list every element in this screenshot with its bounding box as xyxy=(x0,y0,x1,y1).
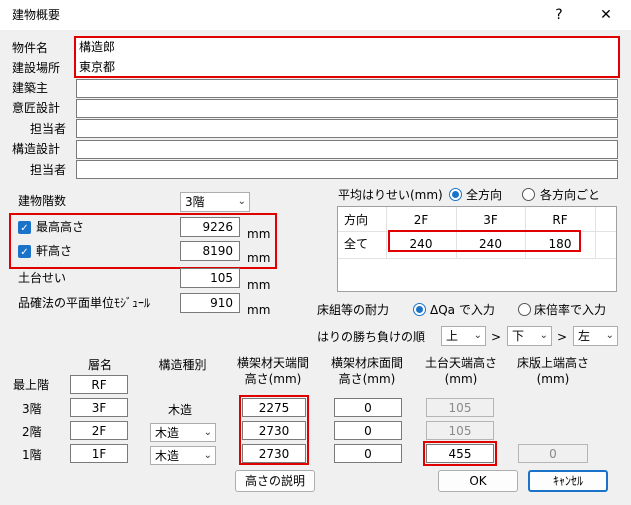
chevron-down-icon: ⌄ xyxy=(203,450,212,461)
grid-header-3f: 3F xyxy=(483,213,498,227)
design-input[interactable] xyxy=(76,99,618,118)
row-label-3f: 3階 xyxy=(22,402,42,416)
property-name-label: 物件名 xyxy=(12,41,49,55)
design-person-input[interactable] xyxy=(76,119,618,138)
beam-depth-all-label: 全方向 xyxy=(466,188,503,202)
close-button[interactable]: ✕ xyxy=(588,4,624,26)
highlight-box xyxy=(423,441,497,466)
floor-strength-qa-label: ΔQa で入力 xyxy=(430,303,495,317)
highlight-box xyxy=(239,395,309,465)
beam-depth-label: 平均はりせい(mm) xyxy=(338,188,443,202)
floors-label: 建物階数 xyxy=(18,194,67,208)
structure-text-3f: 木造 xyxy=(168,403,193,417)
structural-person-input[interactable] xyxy=(76,160,618,179)
max-height-unit: mm xyxy=(247,227,271,241)
structure-select-2f[interactable]: 木造 ⌄ xyxy=(150,423,216,442)
col-header-slab: 床版上端高さ (mm) xyxy=(516,356,589,386)
design-person-label: 担当者 xyxy=(30,122,67,136)
height-explanation-button[interactable]: 高さの説明 xyxy=(235,470,315,492)
eave-height-input[interactable]: 8190 xyxy=(180,241,240,261)
col-header-structure: 構造種別 xyxy=(158,358,207,372)
max-height-label: 最高高さ xyxy=(36,220,85,234)
client-label: 建築主 xyxy=(12,81,49,95)
grid-row-label: 全て xyxy=(344,237,369,251)
module-input[interactable]: 910 xyxy=(180,293,240,313)
beam-depth-all-radio[interactable] xyxy=(449,188,462,201)
floor-strength-ratio-radio[interactable] xyxy=(518,303,531,316)
structural-label: 構造設計 xyxy=(12,142,61,156)
eave-height-checkbox[interactable]: ✓ xyxy=(18,245,31,258)
row-label-1f: 1階 xyxy=(22,448,42,462)
sill-height-input-3f: 105 xyxy=(426,398,494,417)
floor-height-input-1f[interactable]: 0 xyxy=(334,444,402,463)
floor-strength-label: 床組等の耐力 xyxy=(317,303,390,317)
col-header-name: 層名 xyxy=(87,358,112,372)
grid-header-rf: RF xyxy=(552,213,568,227)
col-header-top: 横架材天端間 高さ(mm) xyxy=(236,356,309,386)
beam-order-second-select[interactable]: 下 ⌄ xyxy=(507,326,552,346)
building-overview-dialog: 建物概要 ? ✕ 物件名 建設場所 建築主 意匠設計 担当者 構造設計 担当者 … xyxy=(0,0,631,505)
client-input[interactable] xyxy=(76,79,618,98)
cancel-button[interactable]: ｷｬﾝｾﾙ xyxy=(528,470,608,492)
highlight-box xyxy=(388,230,581,252)
ok-button[interactable]: OK xyxy=(438,470,518,492)
location-label: 建設場所 xyxy=(12,61,61,75)
title-bar xyxy=(0,0,631,30)
floor-strength-ratio-label: 床倍率で入力 xyxy=(534,303,607,317)
chevron-down-icon: ⌄ xyxy=(237,196,246,207)
floors-select[interactable]: 3階 ⌄ xyxy=(180,192,250,212)
chevron-down-icon: ⌄ xyxy=(539,330,548,341)
floor-height-input-2f[interactable]: 0 xyxy=(334,421,402,440)
design-label: 意匠設計 xyxy=(12,101,61,115)
check-icon: ✓ xyxy=(20,247,29,258)
dialog-title: 建物概要 xyxy=(12,8,61,22)
floor-strength-qa-radio[interactable] xyxy=(413,303,426,316)
chevron-down-icon: ⌄ xyxy=(473,330,482,341)
col-header-sill: 土台天端高さ (mm) xyxy=(424,356,497,386)
structural-input[interactable] xyxy=(76,140,618,159)
floor-name-input-1f[interactable]: 1F xyxy=(70,444,128,463)
beam-order-separator: > xyxy=(557,330,568,344)
max-height-input[interactable]: 9226 xyxy=(180,217,240,237)
close-icon: ✕ xyxy=(600,7,612,23)
chevron-down-icon: ⌄ xyxy=(203,427,212,438)
floor-name-input-rf[interactable]: RF xyxy=(70,375,128,394)
grid-header-2f: 2F xyxy=(413,213,429,227)
floor-name-input-3f[interactable]: 3F xyxy=(70,398,128,417)
beam-depth-each-label: 各方向ごと xyxy=(540,188,601,202)
beam-order-third-select[interactable]: 左 ⌄ xyxy=(573,326,618,346)
grid-header-direction: 方向 xyxy=(344,213,369,227)
beam-depth-each-radio[interactable] xyxy=(522,188,535,201)
col-header-floor: 横架材床面間 高さ(mm) xyxy=(330,356,403,386)
row-label-2f: 2階 xyxy=(22,425,42,439)
floor-height-input-3f[interactable]: 0 xyxy=(334,398,402,417)
slab-height-input-1f: 0 xyxy=(518,444,588,463)
check-icon: ✓ xyxy=(20,223,29,234)
structural-person-label: 担当者 xyxy=(30,163,67,177)
floor-name-input-2f[interactable]: 2F xyxy=(70,421,128,440)
structure-select-1f[interactable]: 木造 ⌄ xyxy=(150,446,216,465)
help-button[interactable]: ? xyxy=(541,4,577,26)
beam-order-first-select[interactable]: 上 ⌄ xyxy=(441,326,486,346)
module-label: 品確法の平面単位ﾓｼﾞｭｰﾙ xyxy=(18,296,151,310)
chevron-down-icon: ⌄ xyxy=(605,330,614,341)
sill-height-input-2f: 105 xyxy=(426,421,494,440)
eave-height-label: 軒高さ xyxy=(36,244,73,258)
module-unit: mm xyxy=(247,303,271,317)
row-label-top: 最上階 xyxy=(13,378,50,392)
eave-height-unit: mm xyxy=(247,251,271,265)
sill-label: 土台せい xyxy=(18,271,67,285)
highlight-box xyxy=(74,36,620,78)
beam-order-label: はりの勝ち負けの順 xyxy=(317,330,426,344)
max-height-checkbox[interactable]: ✓ xyxy=(18,221,31,234)
sill-input[interactable]: 105 xyxy=(180,268,240,288)
beam-order-separator: > xyxy=(491,330,502,344)
sill-unit: mm xyxy=(247,278,271,292)
